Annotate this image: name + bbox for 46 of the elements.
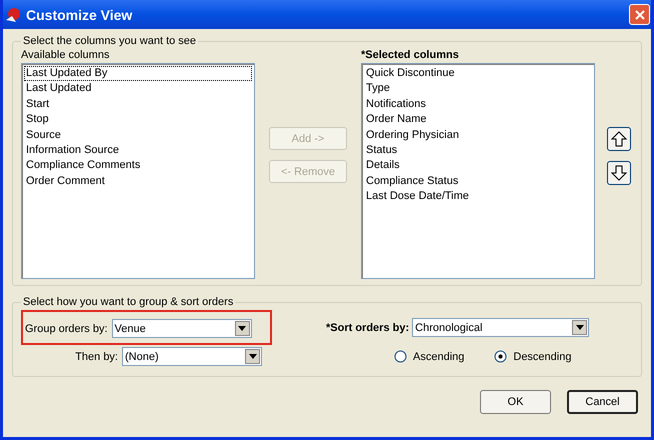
- list-item[interactable]: Compliance Comments: [24, 158, 252, 174]
- list-label: Available columns: [21, 49, 110, 62]
- down-arrow-icon: [611, 165, 627, 181]
- dropdown-arrow-icon: [576, 325, 584, 330]
- field-label: Group orders by:: [25, 322, 108, 334]
- move-down-button[interactable]: [607, 161, 631, 185]
- list-item[interactable]: Compliance Status: [364, 174, 592, 190]
- list-item[interactable]: Ordering Physician: [364, 128, 592, 144]
- move-up-button[interactable]: [607, 127, 631, 151]
- field-label: Then by:: [75, 350, 118, 362]
- selected-list[interactable]: Quick Discontinue Type Notifications Order Name Ordering Physician Status Details Compliance Status Last Dose Date/Time: [361, 63, 595, 279]
- list-item[interactable]: Stop: [24, 112, 252, 128]
- list-item[interactable]: Last Updated: [24, 81, 252, 97]
- list-item[interactable]: Details: [364, 158, 592, 174]
- list-label: *Selected columns: [361, 49, 460, 62]
- list-item[interactable]: Last Dose Date/Time: [364, 189, 592, 205]
- list-item[interactable]: Information Source: [24, 143, 252, 158]
- ok-button[interactable]: OK: [480, 390, 551, 414]
- radio-button[interactable]: [494, 350, 508, 363]
- list-item[interactable]: Status: [364, 143, 592, 158]
- dropdown-arrow-icon: [238, 326, 246, 331]
- sort-by-dropdown[interactable]: Chronological: [412, 318, 590, 337]
- radio-button[interactable]: [394, 350, 407, 363]
- list-item[interactable]: Last Updated By: [24, 66, 252, 82]
- cancel-button[interactable]: Cancel: [567, 390, 638, 414]
- list-item[interactable]: Start: [24, 96, 252, 112]
- radio-label: Ascending: [413, 350, 464, 362]
- app-icon: [4, 6, 22, 24]
- list-item[interactable]: Order Comment: [24, 174, 252, 190]
- list-item[interactable]: Source: [24, 128, 252, 144]
- dropdown-arrow-icon: [248, 354, 256, 359]
- available-list[interactable]: Last Updated By Last Updated Start Stop Source Information Source Compliance Comments Order Comment: [21, 63, 255, 279]
- group-legend: Select how you want to group & sort orders: [21, 296, 236, 308]
- list-item[interactable]: Notifications: [364, 96, 592, 112]
- list-item[interactable]: Type: [364, 81, 592, 97]
- then-by-dropdown[interactable]: (None): [122, 347, 262, 366]
- up-arrow-icon: [611, 131, 627, 147]
- group-by-dropdown[interactable]: Venue: [112, 319, 252, 338]
- close-icon: [634, 8, 646, 20]
- radio-label: Descending: [513, 350, 572, 362]
- close-button[interactable]: [629, 4, 650, 25]
- list-item[interactable]: Quick Discontinue: [364, 66, 592, 82]
- group-legend: Select the columns you want to see: [21, 35, 198, 47]
- field-label: *Sort orders by:: [326, 322, 410, 334]
- window-title: Customize View: [26, 6, 134, 22]
- list-item[interactable]: Order Name: [364, 112, 592, 128]
